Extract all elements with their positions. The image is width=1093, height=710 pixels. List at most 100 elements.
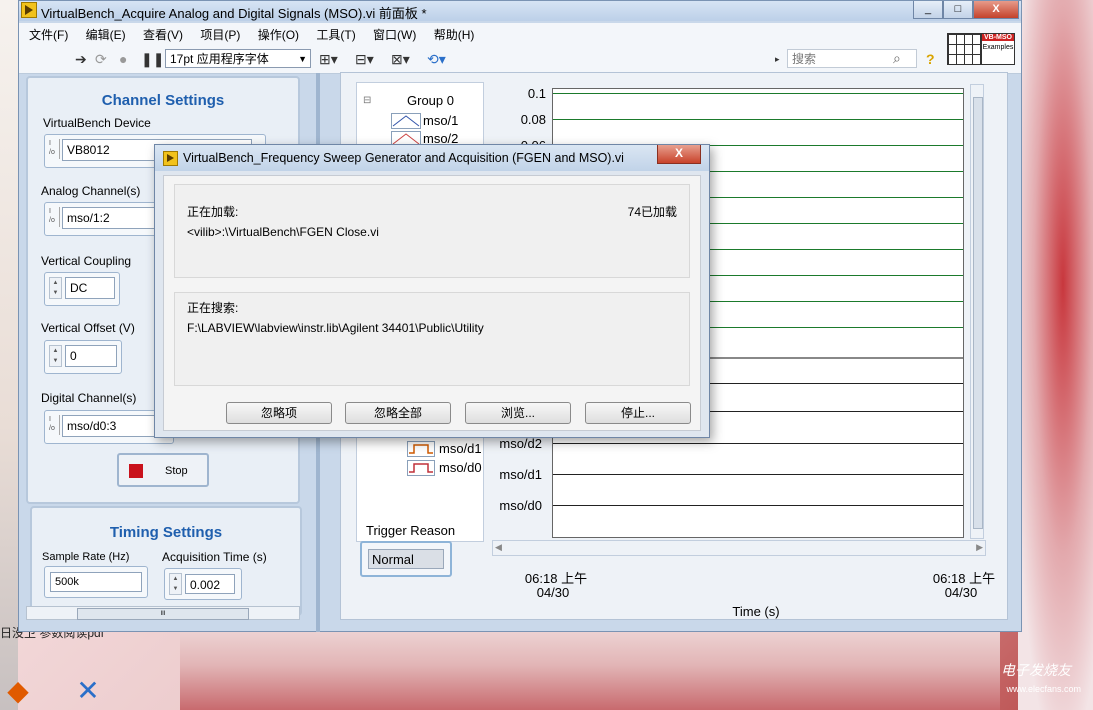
offset-value[interactable]: 0 — [65, 345, 117, 367]
taskbar-app-icon[interactable]: ◆ — [0, 676, 36, 706]
chevron-down-icon: ▼ — [298, 54, 307, 64]
vi-icon-sub: Examples — [982, 44, 1014, 51]
loading-label: 正在加载: — [187, 205, 239, 219]
scroll-left-icon[interactable]: ◀ — [495, 542, 502, 553]
io-icon: I/o — [49, 415, 60, 435]
title-bar: VirtualBench_Acquire Analog and Digital … — [19, 1, 1021, 21]
scrollbar-thumb[interactable] — [973, 97, 983, 529]
watermark-url: www.elecfans.com — [1006, 684, 1081, 694]
dialog-close-button[interactable]: X — [657, 145, 701, 164]
toolbar: ➔ ⟳ ● ❚❚ 17pt 应用程序字体 ▼ ⊞▾ ⊟▾ ⊠▾ ⟲▾ ▸ 搜索 … — [19, 45, 1021, 74]
align-objects-icon[interactable]: ⊞▾ — [319, 51, 338, 68]
search-arrow-icon: ▸ — [775, 54, 780, 64]
watermark: 电子发烧友 — [1001, 662, 1071, 678]
taskbar-labview-icon[interactable]: ✕ — [70, 676, 106, 706]
resize-objects-icon[interactable]: ⊠▾ — [391, 51, 410, 68]
grid-line — [553, 119, 963, 120]
digital-line — [553, 505, 963, 506]
acq-time-value[interactable]: 0.002 — [185, 574, 235, 594]
analog-channel-label: Analog Channel(s) — [41, 184, 141, 198]
searching-path: F:\LABVIEW\labview\instr.lib\Agilent 344… — [187, 321, 484, 335]
window-title: VirtualBench_Acquire Analog and Digital … — [41, 6, 427, 21]
scrollbar-thumb[interactable]: III — [77, 608, 249, 620]
searching-label: 正在搜索: — [187, 301, 239, 315]
font-selector[interactable]: 17pt 应用程序字体 ▼ — [165, 49, 311, 68]
run-continuously-icon[interactable]: ⟳ — [95, 51, 107, 68]
desktop-wallpaper-bottom — [180, 620, 1000, 710]
coupling-label: Vertical Coupling — [41, 254, 132, 268]
stop-button[interactable]: Stop — [117, 453, 209, 487]
y-tick-1: 0.08 — [520, 112, 546, 127]
spinner-icon[interactable]: ▲ ▼ — [49, 345, 62, 367]
digital-channel-label: Digital Channel(s) — [41, 391, 137, 405]
stop-label: Stop — [165, 465, 188, 477]
reorder-icon[interactable]: ⟲▾ — [427, 51, 446, 68]
browse-button[interactable]: 浏览... — [465, 402, 571, 424]
dialog-title-bar: VirtualBench_Frequency Sweep Generator a… — [155, 145, 709, 171]
connector-pane-icon[interactable] — [947, 33, 983, 65]
spinner-icon[interactable]: ▲ ▼ — [169, 573, 182, 595]
vi-icon[interactable]: VB-MSO Examples — [981, 33, 1015, 65]
menu-edit[interactable]: 编辑(E) — [79, 23, 133, 43]
timing-settings-cluster: Timing Settings Sample Rate (Hz) 500k Ac… — [30, 506, 302, 616]
run-arrow-icon[interactable]: ➔ — [75, 51, 87, 68]
trigger-reason-indicator: Normal — [360, 541, 452, 577]
panel-horizontal-scrollbar[interactable]: III — [26, 606, 300, 620]
grid-line — [553, 93, 963, 94]
abort-icon[interactable]: ● — [119, 51, 127, 67]
coupling-value[interactable]: DC — [65, 277, 115, 299]
font-selector-value: 17pt 应用程序字体 — [170, 52, 269, 66]
menu-view[interactable]: 查看(V) — [136, 23, 190, 43]
legend-swatch-d0[interactable] — [407, 460, 435, 476]
menu-file[interactable]: 文件(F) — [22, 23, 75, 43]
offset-control[interactable]: ▲ ▼ 0 — [44, 340, 122, 374]
x-tick-left-date: 04/30 — [536, 585, 570, 600]
collapse-icon[interactable]: ⊟ — [363, 95, 371, 106]
y-tick-0: 0.1 — [527, 86, 546, 101]
x-axis-label: Time (s) — [732, 604, 780, 619]
coupling-control[interactable]: ▲ ▼ DC — [44, 272, 120, 306]
device-label: VirtualBench Device — [43, 116, 151, 130]
loaded-count: 74已加载 — [627, 205, 677, 219]
digital-line — [553, 474, 963, 475]
ignore-item-button[interactable]: 忽略项 — [226, 402, 332, 424]
sample-rate-value[interactable]: 500k — [50, 572, 142, 592]
acq-time-control[interactable]: ▲ ▼ 0.002 — [164, 568, 242, 600]
loading-path: <vilib>:\VirtualBench\FGEN Close.vi — [187, 225, 379, 239]
x-tick-right-date: 04/30 — [944, 585, 978, 600]
io-icon: I/o — [49, 139, 60, 159]
close-button[interactable]: X — [973, 1, 1019, 19]
loading-group: 正在加载: 74已加载 <vilib>:\VirtualBench\FGEN C… — [174, 184, 690, 278]
menu-project[interactable]: 项目(P) — [193, 23, 247, 43]
legend-item-mso1: mso/1 — [423, 113, 459, 128]
legend-item-d0: mso/d0 — [439, 460, 482, 475]
sample-rate-control[interactable]: 500k — [44, 566, 148, 598]
digital-row-d1: mso/d1 — [499, 467, 542, 482]
menu-tools[interactable]: 工具(T) — [309, 23, 362, 43]
graph-vertical-scrollbar[interactable] — [970, 84, 984, 539]
channel-settings-title: Channel Settings — [101, 92, 225, 109]
legend-group: Group 0 — [407, 93, 454, 108]
digital-line — [553, 443, 963, 444]
labview-app-icon — [21, 2, 37, 18]
graph-horizontal-scrollbar[interactable]: ◀ ▶ — [492, 540, 986, 556]
ignore-all-button[interactable]: 忽略全部 — [345, 402, 451, 424]
menu-operate[interactable]: 操作(O) — [251, 23, 306, 43]
stop-dialog-button[interactable]: 停止... — [585, 402, 691, 424]
menu-help[interactable]: 帮助(H) — [427, 23, 482, 43]
offset-label: Vertical Offset (V) — [41, 321, 135, 335]
desktop-left-strip — [0, 0, 18, 710]
spinner-icon[interactable]: ▲ ▼ — [49, 277, 62, 299]
searching-group: 正在搜索: F:\LABVIEW\labview\instr.lib\Agile… — [174, 292, 690, 386]
minimize-button[interactable]: _ — [913, 1, 943, 19]
search-icon[interactable]: ⌕ — [893, 50, 901, 67]
legend-item-d1: mso/d1 — [439, 441, 482, 456]
legend-swatch-mso1[interactable] — [391, 113, 421, 129]
menu-window[interactable]: 窗口(W) — [366, 23, 423, 43]
help-icon[interactable]: ? — [926, 51, 935, 67]
scroll-right-icon[interactable]: ▶ — [976, 542, 983, 553]
distribute-objects-icon[interactable]: ⊟▾ — [355, 51, 374, 68]
legend-swatch-d1[interactable] — [407, 441, 435, 457]
pause-icon[interactable]: ❚❚ — [141, 51, 164, 68]
maximize-button[interactable]: □ — [943, 1, 973, 19]
